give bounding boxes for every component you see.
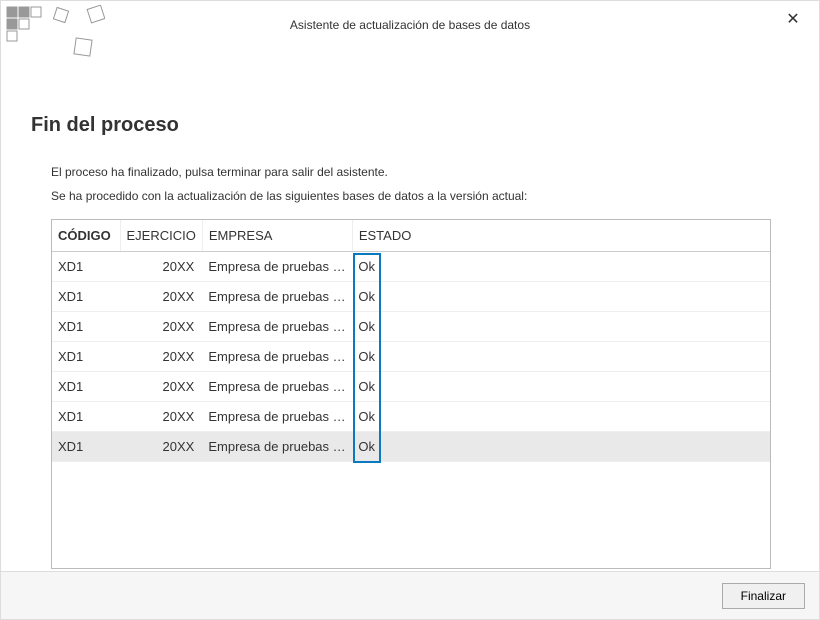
results-table-container: CÓDIGO EJERCICIO EMPRESA ESTADO XD120XXE… xyxy=(51,219,771,569)
cell-empresa: Empresa de pruebas de F... xyxy=(202,282,352,312)
col-header-empresa[interactable]: EMPRESA xyxy=(202,220,352,252)
cell-ejercicio: 20XX xyxy=(120,282,202,312)
results-table: CÓDIGO EJERCICIO EMPRESA ESTADO XD120XXE… xyxy=(52,220,770,462)
cell-ejercicio: 20XX xyxy=(120,432,202,462)
cell-empresa: Empresa de pruebas de F... xyxy=(202,342,352,372)
col-header-ejercicio[interactable]: EJERCICIO xyxy=(120,220,202,252)
cell-codigo: XD1 xyxy=(52,402,120,432)
table-row[interactable]: XD120XXEmpresa de pruebas de F...Ok xyxy=(52,252,770,282)
page-title: Fin del proceso xyxy=(31,114,789,137)
table-row[interactable]: XD120XXEmpresa de pruebas de F...Ok xyxy=(52,432,770,462)
cell-empresa: Empresa de pruebas de F... xyxy=(202,372,352,402)
window-title: Asistente de actualización de bases de d… xyxy=(290,18,530,32)
cell-codigo: XD1 xyxy=(52,252,120,282)
col-header-codigo[interactable]: CÓDIGO xyxy=(52,220,120,252)
cell-estado: Ok xyxy=(352,432,770,462)
cell-ejercicio: 20XX xyxy=(120,372,202,402)
cell-codigo: XD1 xyxy=(52,372,120,402)
cell-empresa: Empresa de pruebas de F... xyxy=(202,432,352,462)
cell-empresa: Empresa de pruebas de F... xyxy=(202,402,352,432)
table-row[interactable]: XD120XXEmpresa de pruebas de F...Ok xyxy=(52,282,770,312)
cell-empresa: Empresa de pruebas de F... xyxy=(202,312,352,342)
footer-bar: Finalizar xyxy=(1,571,819,619)
table-row[interactable]: XD120XXEmpresa de pruebas de F...Ok xyxy=(52,312,770,342)
cell-ejercicio: 20XX xyxy=(120,312,202,342)
table-row[interactable]: XD120XXEmpresa de pruebas de F...Ok xyxy=(52,372,770,402)
close-icon[interactable]: ✕ xyxy=(781,7,805,31)
cell-empresa: Empresa de pruebas de F... xyxy=(202,252,352,282)
cell-estado: Ok xyxy=(352,252,770,282)
cell-estado: Ok xyxy=(352,312,770,342)
col-header-estado[interactable]: ESTADO xyxy=(352,220,770,252)
cell-codigo: XD1 xyxy=(52,342,120,372)
cell-ejercicio: 20XX xyxy=(120,402,202,432)
cell-ejercicio: 20XX xyxy=(120,342,202,372)
cell-estado: Ok xyxy=(352,372,770,402)
table-row[interactable]: XD120XXEmpresa de pruebas de F...Ok xyxy=(52,342,770,372)
cell-codigo: XD1 xyxy=(52,312,120,342)
table-row[interactable]: XD120XXEmpresa de pruebas de F...Ok xyxy=(52,402,770,432)
process-detail-message: Se ha procedido con la actualización de … xyxy=(31,189,789,203)
cell-estado: Ok xyxy=(352,402,770,432)
finish-button[interactable]: Finalizar xyxy=(722,583,805,609)
process-finished-message: El proceso ha finalizado, pulsa terminar… xyxy=(31,165,789,179)
cell-estado: Ok xyxy=(352,282,770,312)
cell-codigo: XD1 xyxy=(52,432,120,462)
cell-ejercicio: 20XX xyxy=(120,252,202,282)
cell-estado: Ok xyxy=(352,342,770,372)
cell-codigo: XD1 xyxy=(52,282,120,312)
